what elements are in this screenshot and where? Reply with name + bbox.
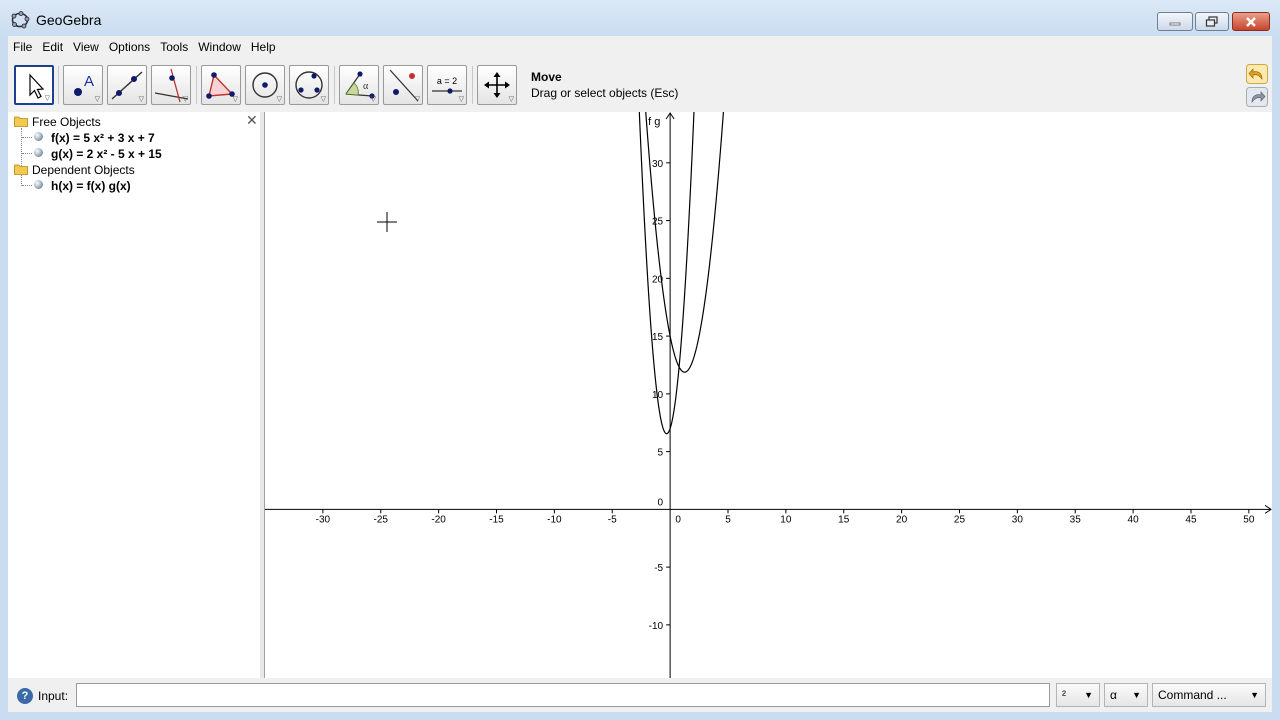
point-tool-button[interactable]: A ▽ (63, 65, 103, 105)
perpendicular-line-tool-button[interactable]: ▽ (151, 65, 191, 105)
close-button[interactable] (1232, 12, 1270, 31)
dependent-objects-label[interactable]: Dependent Objects (32, 163, 135, 177)
input-help-icon[interactable]: ? (17, 688, 33, 704)
polygon-tool-button[interactable]: ▽ (201, 65, 241, 105)
conic-tool-button[interactable]: ▽ (289, 65, 329, 105)
menu-file[interactable]: File (8, 36, 37, 58)
x-tick-label: -30 (316, 514, 331, 525)
visibility-toggle[interactable] (34, 148, 43, 157)
close-icon (1246, 16, 1256, 27)
active-tool-name: Move (531, 70, 562, 84)
command-combo[interactable]: Command ... ▼ (1152, 683, 1266, 707)
x-tick-label: 25 (954, 514, 966, 525)
menu-help[interactable]: Help (246, 36, 281, 58)
x-tick-label: 10 (780, 514, 792, 525)
x-tick-label: 5 (725, 514, 731, 525)
chevron-down-icon: ▼ (1084, 690, 1093, 700)
x-tick-label: 35 (1070, 514, 1082, 525)
active-tool-help: Drag or select objects (Esc) (531, 86, 679, 100)
geogebra-window: GeoGebra File Edit View Options Tools Wi… (0, 0, 1280, 720)
input-label: Input: (38, 689, 69, 703)
menu-edit[interactable]: Edit (37, 36, 68, 58)
svg-text:A: A (84, 73, 94, 90)
chevron-down-icon: ▼ (1250, 690, 1259, 700)
menu-options[interactable]: Options (104, 36, 155, 58)
folder-icon (14, 164, 28, 175)
x-tick-label: 30 (1012, 514, 1024, 525)
x-tick-label: -5 (608, 514, 617, 525)
minimize-button[interactable] (1157, 12, 1193, 31)
circle-tool-button[interactable]: ▽ (245, 65, 285, 105)
toolbar: ▽ A ▽ ▽ ▽ ▽ ▽ ▽ α ▽ ▽ a = 2 ▽ ▽ Move Dra… (8, 58, 1272, 112)
slider-tool-button[interactable]: a = 2 ▽ (427, 65, 467, 105)
x-tick-label: -15 (489, 514, 504, 525)
slider-tool-label: a = 2 (437, 76, 457, 86)
minimize-icon (1169, 22, 1181, 25)
y-tick-label: 0 (658, 497, 664, 508)
graphics-canvas[interactable]: -30 -25 -20 -15 -10 -5 0 5 10 15 20 25 30 35 40 45 50302… (265, 112, 1272, 678)
svg-text:α: α (363, 81, 369, 92)
x-tick-label: 20 (896, 514, 908, 525)
menu-tools[interactable]: Tools (155, 36, 193, 58)
x-tick-label: 45 (1185, 514, 1197, 525)
close-algebra-view-button[interactable]: ✕ (246, 112, 258, 129)
move-tool-button[interactable]: ▽ (14, 65, 54, 105)
superscript-combo-value: ² (1062, 688, 1066, 702)
menu-bar: File Edit View Options Tools Window Help (8, 36, 1272, 58)
line-tool-button[interactable]: ▽ (107, 65, 147, 105)
y-tick-label: 15 (652, 332, 664, 343)
redo-icon (1246, 87, 1268, 107)
graphics-view[interactable]: -30 -25 -20 -15 -10 -5 0 5 10 15 20 25 30 35 40 45 50 30 2… (265, 112, 1272, 678)
x-tick-label: -10 (547, 514, 562, 525)
restore-icon (1205, 15, 1218, 27)
algebra-item-f[interactable]: f(x) = 5 x² + 3 x + 7 (51, 131, 155, 145)
x-tick-label: 40 (1128, 514, 1140, 525)
command-combo-value: Command ... (1158, 688, 1227, 702)
angle-tool-button[interactable]: α ▽ (339, 65, 379, 105)
input-bar: ? Input: ² ▼ α ▼ Command ... ▼ (8, 678, 1272, 712)
geogebra-logo-icon (11, 11, 30, 29)
y-tick-label: -10 (649, 621, 664, 632)
crosshair-cursor-icon (377, 212, 397, 232)
window-title: GeoGebra (36, 12, 102, 28)
visibility-toggle[interactable] (34, 132, 43, 141)
algebra-item-g[interactable]: g(x) = 2 x² - 5 x + 15 (51, 147, 162, 161)
redo-button[interactable] (1246, 87, 1268, 107)
chevron-down-icon: ▼ (1132, 690, 1141, 700)
input-field[interactable] (76, 683, 1050, 707)
reflect-tool-button[interactable]: ▽ (383, 65, 423, 105)
free-objects-label[interactable]: Free Objects (32, 115, 101, 129)
folder-icon (14, 116, 28, 127)
y-tick-label: -5 (654, 563, 663, 574)
menu-view[interactable]: View (68, 36, 104, 58)
algebra-item-h[interactable]: h(x) = f(x) g(x) (51, 179, 131, 193)
superscript-combo[interactable]: ² ▼ (1056, 683, 1100, 707)
function-curve-f[interactable] (638, 112, 695, 435)
undo-button[interactable] (1246, 64, 1268, 84)
x-tick-label: -25 (374, 514, 389, 525)
undo-icon (1246, 64, 1268, 84)
x-tick-label: 15 (838, 514, 850, 525)
title-bar: GeoGebra (0, 0, 1280, 36)
maximize-button[interactable] (1195, 12, 1229, 31)
move-graphics-view-tool-button[interactable]: ▽ (477, 65, 517, 105)
x-tick-label: 50 (1243, 514, 1255, 525)
algebra-view: ✕ Free Objects f(x) = 5 x² + 3 x + 7 g(x… (8, 112, 261, 678)
app-client-area: File Edit View Options Tools Window Help… (8, 36, 1272, 712)
function-labels: f g (648, 116, 660, 128)
y-tick-label: 5 (658, 448, 664, 459)
greek-combo-value: α (1110, 688, 1117, 702)
greek-combo[interactable]: α ▼ (1104, 683, 1148, 707)
x-tick-label: -20 (431, 514, 446, 525)
y-tick-label: 25 (652, 217, 664, 228)
x-tick-label: 0 (675, 514, 681, 525)
visibility-toggle[interactable] (34, 180, 43, 189)
menu-window[interactable]: Window (193, 36, 246, 58)
y-tick-label: 30 (652, 159, 664, 170)
